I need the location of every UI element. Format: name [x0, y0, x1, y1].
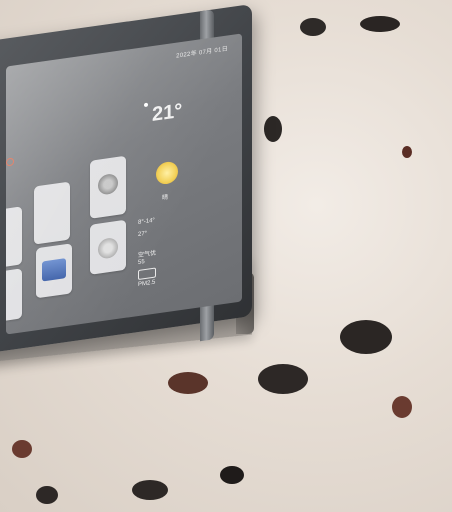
granite-speck	[360, 16, 400, 32]
granite-wall-scene: 2022年 07月 01日 ⚙ 21° 晴 8°-14°	[0, 0, 452, 512]
accent-icon	[6, 157, 14, 167]
music-knob-icon	[98, 172, 118, 196]
granite-speck	[392, 396, 412, 418]
weather-dot-icon	[144, 102, 148, 108]
weather-box	[138, 267, 156, 281]
granite-speck	[168, 372, 208, 394]
smart-home-panel: 2022年 07月 01日 ⚙ 21° 晴 8°-14°	[0, 4, 252, 358]
granite-speck	[258, 364, 308, 394]
tile-left-mid[interactable]	[34, 181, 70, 245]
weather-temp: 27°	[138, 230, 148, 239]
tile-voice[interactable]	[90, 219, 126, 275]
granite-speck	[220, 466, 244, 484]
weather-pm: PM2.5	[138, 279, 156, 289]
voice-icon	[98, 236, 118, 260]
granite-speck	[264, 116, 282, 142]
tile-left-top[interactable]	[6, 206, 22, 270]
tile-robot[interactable]	[36, 243, 72, 299]
panel-screen[interactable]: 2022年 07月 01日 ⚙ 21° 晴 8°-14°	[6, 33, 242, 335]
status-text: 2022年 07月 01日	[176, 46, 228, 60]
granite-speck	[36, 486, 58, 504]
temperature-readout: 21°	[152, 99, 183, 127]
weather-condition: 晴	[162, 194, 169, 202]
sun-icon	[156, 160, 178, 186]
weather-range: 8°-14°	[138, 217, 155, 227]
granite-speck	[402, 146, 412, 158]
tile-settings[interactable]: ⚙	[6, 268, 22, 324]
weather-aqi: 55	[138, 259, 145, 267]
weather-air: 空气优	[138, 250, 157, 260]
granite-speck	[132, 480, 168, 500]
granite-speck	[300, 18, 326, 36]
granite-speck	[340, 320, 392, 354]
granite-speck	[12, 440, 32, 458]
tile-music[interactable]	[90, 155, 126, 219]
robot-icon	[42, 258, 66, 282]
